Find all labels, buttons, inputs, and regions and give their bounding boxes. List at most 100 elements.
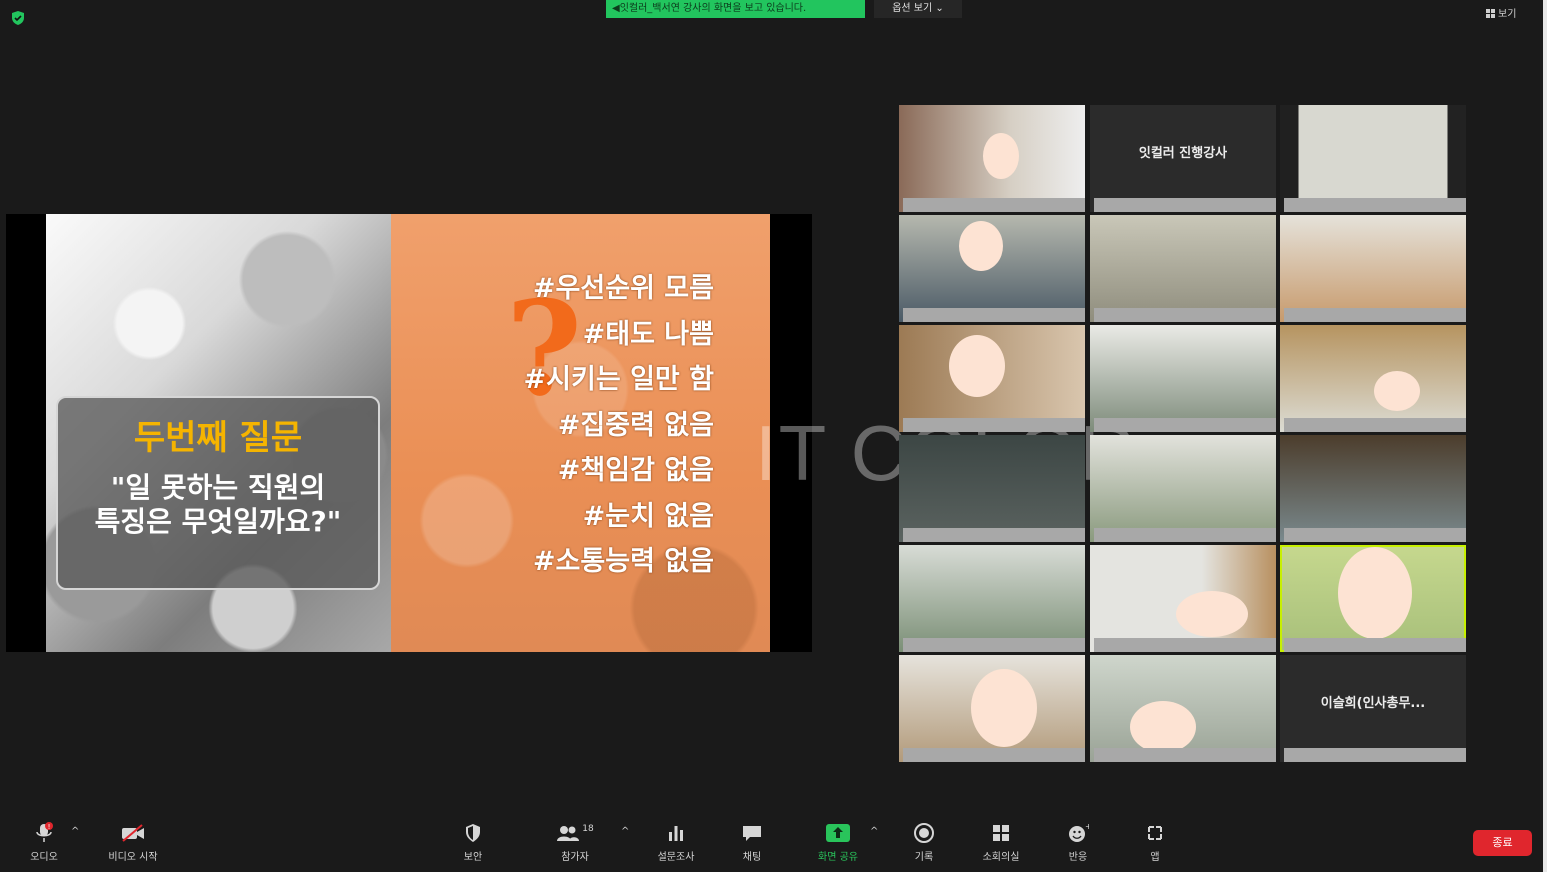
shield-check-icon[interactable]: [10, 10, 26, 26]
tile-name-bar: [1284, 748, 1466, 762]
participant-name: 이슬희(인사총무...: [1320, 696, 1426, 711]
audio-button[interactable]: ! 오디오: [9, 822, 79, 863]
apps-icon: [1148, 826, 1162, 840]
tile-name-bar: [1094, 198, 1276, 212]
view-options-button[interactable]: 옵션 보기 ⌄: [874, 0, 962, 18]
participants-label: 참가자: [561, 852, 589, 863]
tile-name-bar: [1284, 418, 1466, 432]
tile-name-bar: [1094, 748, 1276, 762]
question-title: 두번째 질문: [133, 418, 303, 458]
participants-count: 18: [582, 824, 594, 834]
hashtag-item: #집중력 없음: [557, 409, 714, 441]
participants-icon: [557, 826, 580, 841]
chat-label: 채팅: [742, 852, 762, 863]
tile-name-bar: [1094, 418, 1276, 432]
video-tile[interactable]: [899, 655, 1085, 762]
video-tile[interactable]: [1280, 435, 1466, 542]
apps-label: 앱: [1150, 852, 1160, 863]
video-tile-host[interactable]: 잇컬러 진행강사: [1090, 105, 1276, 212]
hashtag-item: #책임감 없음: [557, 455, 714, 486]
chat-button[interactable]: 채팅: [717, 822, 787, 863]
tile-name-bar: [903, 308, 1085, 322]
view-button[interactable]: 보기: [1486, 6, 1534, 24]
reactions-label: 반응: [1068, 852, 1088, 863]
tile-name-bar: [903, 528, 1085, 542]
microphone-icon: !: [36, 822, 53, 842]
video-tile[interactable]: [1090, 545, 1276, 652]
video-label: 비디오 시작: [108, 852, 158, 863]
tile-name-bar: [1284, 308, 1466, 322]
video-tile[interactable]: [1280, 325, 1466, 432]
reactions-button[interactable]: + 반응: [1043, 822, 1113, 863]
audio-label: 오디오: [30, 852, 58, 863]
tile-name-bar: [1284, 528, 1466, 542]
svg-text:+: +: [1085, 822, 1089, 831]
video-tile[interactable]: [899, 325, 1085, 432]
blurred-face: [1176, 591, 1248, 637]
participant-name: 잇컬러 진행강사: [1138, 146, 1228, 161]
blurred-face: [1338, 547, 1412, 639]
tile-name-bar: [1094, 308, 1276, 322]
video-tile-active-speaker[interactable]: [1280, 545, 1466, 652]
video-off-icon: [122, 824, 144, 842]
reaction-emoji-icon: +: [1069, 822, 1089, 842]
hashtag-item: #소통능력 없음: [532, 546, 714, 577]
video-start-button[interactable]: 비디오 시작: [98, 822, 168, 863]
end-meeting-button[interactable]: 종료: [1473, 830, 1532, 856]
video-tile[interactable]: [1090, 655, 1276, 762]
blurred-face: [971, 669, 1037, 747]
grid-icon: [1486, 9, 1495, 18]
question-box: 두번째 질문 "일 못하는 직원의 특징은 무엇일까요?": [56, 396, 380, 590]
share-options-caret[interactable]: ^: [870, 826, 878, 837]
breakout-rooms-button[interactable]: 소회의실: [966, 822, 1036, 863]
blurred-face: [949, 335, 1005, 397]
tile-name-bar: [903, 638, 1085, 652]
presentation-slide: ? 두번째 질문 "일 못하는 직원의 특징은 무엇일까요?" #우선순위 모름…: [46, 214, 770, 652]
tile-name-bar: [1284, 638, 1466, 652]
audio-warning-badge: !: [48, 823, 51, 831]
polls-button[interactable]: 설문조사: [641, 822, 711, 863]
shared-screen: ? 두번째 질문 "일 못하는 직원의 특징은 무엇일까요?" #우선순위 모름…: [6, 214, 812, 652]
chat-bubble-icon: [743, 826, 761, 841]
tile-name-bar: [903, 748, 1085, 762]
breakout-rooms-label: 소회의실: [982, 852, 1020, 863]
video-tile[interactable]: [899, 545, 1085, 652]
video-tile[interactable]: [899, 215, 1085, 322]
video-tile[interactable]: [899, 105, 1085, 212]
video-tile[interactable]: [1090, 215, 1276, 322]
hashtag-item: #태도 나쁨: [582, 318, 714, 350]
video-tile[interactable]: [1090, 435, 1276, 542]
participants-button[interactable]: 18 참가자: [540, 822, 610, 863]
video-tile[interactable]: [1280, 105, 1466, 212]
record-button[interactable]: 기록: [889, 822, 959, 863]
tile-name-bar: [1284, 198, 1466, 212]
security-button[interactable]: 보안: [438, 822, 508, 863]
tile-name-bar: [903, 198, 1085, 212]
question-text: "일 못하는 직원의 특징은 무엇일까요?": [94, 471, 342, 538]
breakout-rooms-icon: [993, 825, 1009, 841]
window-edge: [1543, 0, 1547, 872]
audio-options-caret[interactable]: ^: [71, 826, 79, 837]
gallery-view: 잇컬러 진행강사 이슬희(인사총무...: [899, 105, 1469, 762]
video-tile[interactable]: [1090, 325, 1276, 432]
participants-options-caret[interactable]: ^: [621, 826, 629, 837]
hashtag-list: #우선순위 모름 #태도 나쁨 #시키는 일만 함 #집중력 없음 #책임감 없…: [524, 266, 714, 585]
tile-name-bar: [1094, 528, 1276, 542]
screen-share-banner: ◀잇컬러_백서연 강사의 화면을 보고 있습니다.: [606, 0, 865, 18]
apps-button[interactable]: 앱: [1120, 822, 1190, 863]
share-screen-button[interactable]: 화면 공유: [803, 822, 873, 863]
hashtag-item: #우선순위 모름: [532, 273, 714, 304]
record-icon: [914, 823, 934, 843]
polls-label: 설문조사: [657, 852, 695, 863]
video-tile-name-only[interactable]: 이슬희(인사총무...: [1280, 655, 1466, 762]
video-tile[interactable]: [1280, 215, 1466, 322]
bar-chart-icon: [669, 826, 683, 841]
blurred-face: [983, 133, 1019, 179]
share-screen-icon: [826, 824, 850, 842]
meeting-toolbar: ! 오디오 ^ 비디오 시작 보안 18 참가자 ^ 설문조사 채팅 화면 공유…: [0, 812, 1543, 872]
blurred-face: [959, 221, 1003, 271]
record-label: 기록: [914, 852, 934, 863]
security-label: 보안: [463, 852, 483, 863]
video-tile[interactable]: [899, 435, 1085, 542]
tile-name-bar: [1094, 638, 1276, 652]
